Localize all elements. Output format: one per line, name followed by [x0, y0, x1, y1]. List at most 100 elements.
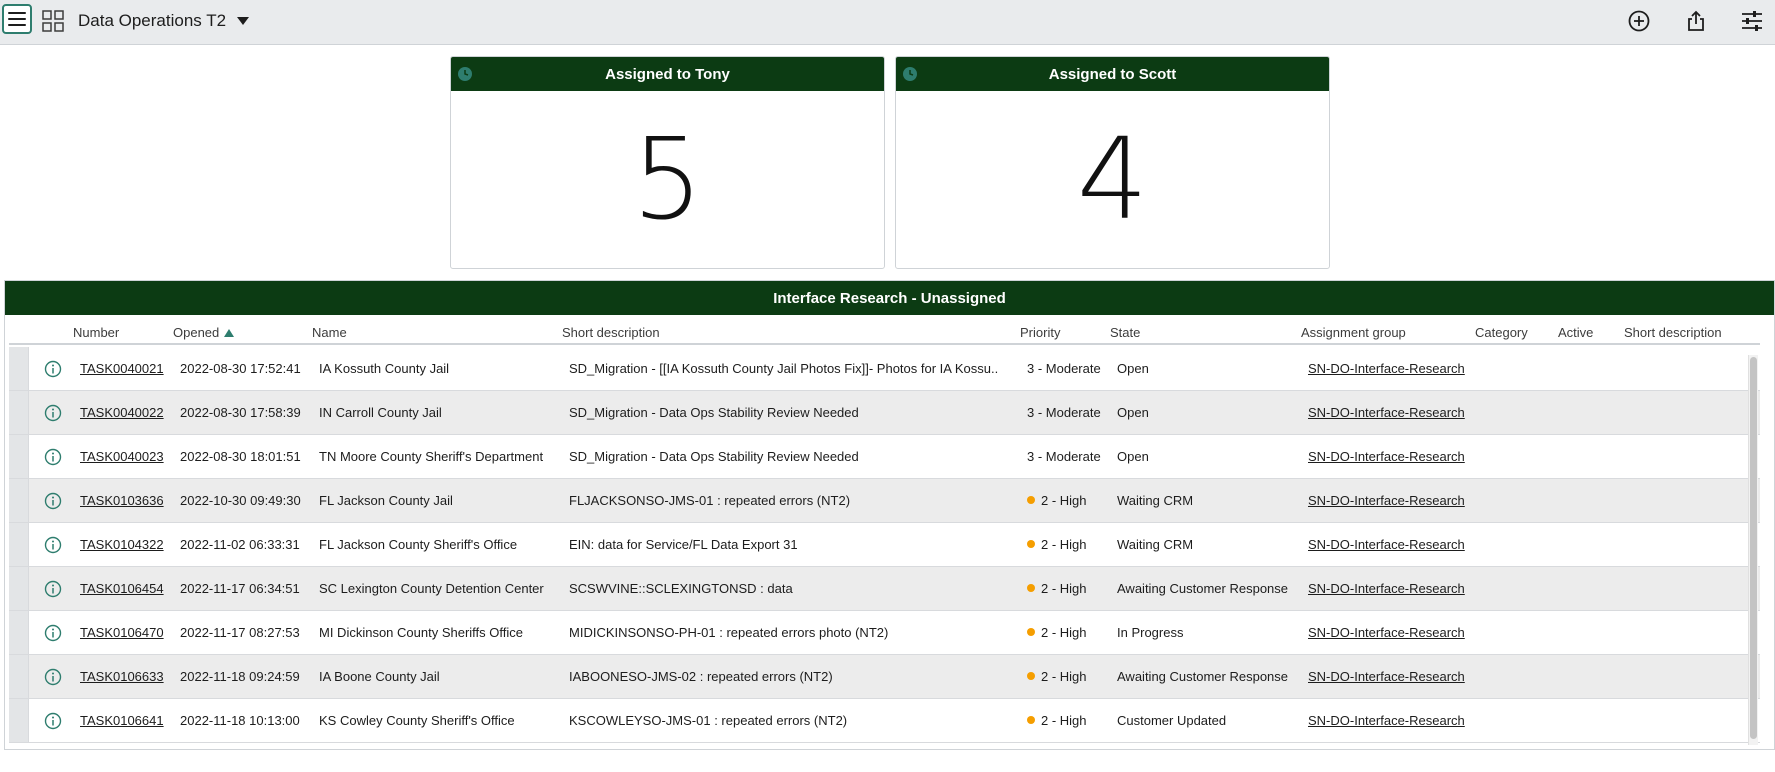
row-selector[interactable] [9, 567, 29, 610]
scrollbar-thumb[interactable] [1750, 357, 1757, 739]
task-number-link[interactable]: TASK0106470 [80, 625, 164, 640]
opened-date: 2022-08-30 17:58:39 [180, 405, 301, 420]
column-header-short-description-2[interactable]: Short description [1624, 325, 1722, 340]
column-header-number[interactable]: Number [73, 325, 119, 340]
info-circle-icon[interactable] [44, 580, 62, 598]
assignment-group-link[interactable]: SN-DO-Interface-Research [1308, 713, 1465, 728]
column-header-opened[interactable]: Opened [173, 325, 235, 340]
info-circle-icon[interactable] [44, 712, 62, 730]
dashboard-title[interactable]: Data Operations T2 [78, 11, 226, 31]
column-header-state[interactable]: State [1110, 325, 1140, 340]
account-name: MI Dickinson County Sheriffs Office [319, 625, 523, 640]
table-row[interactable]: TASK0040022 2022-08-30 17:58:39 IN Carro… [9, 391, 1760, 435]
column-header-assignment-group[interactable]: Assignment group [1301, 325, 1406, 340]
score-widget-scott[interactable]: Assigned to Scott 4 [895, 56, 1330, 269]
row-selector[interactable] [9, 347, 29, 390]
menu-button[interactable] [2, 4, 32, 34]
priority-label: 2 - High [1041, 493, 1087, 508]
share-icon[interactable] [1684, 9, 1708, 33]
task-number-link[interactable]: TASK0040022 [80, 405, 164, 420]
task-number-link[interactable]: TASK0040023 [80, 449, 164, 464]
caret-down-icon[interactable] [234, 12, 252, 30]
row-selector[interactable] [9, 523, 29, 566]
sort-ascending-icon [224, 329, 235, 337]
priority: 2 - High [1027, 625, 1087, 640]
priority-label: 3 - Moderate [1027, 449, 1101, 464]
opened-date: 2022-11-18 09:24:59 [180, 669, 300, 684]
grid-icon[interactable] [42, 10, 64, 32]
info-circle-icon[interactable] [44, 448, 62, 466]
score-widget-tony[interactable]: Assigned to Tony 5 [450, 56, 885, 269]
row-selector[interactable] [9, 699, 29, 742]
short-description: FLJACKSONSO-JMS-01 : repeated errors (NT… [569, 493, 851, 508]
task-number-link[interactable]: TASK0103636 [80, 493, 164, 508]
assignment-group-link[interactable]: SN-DO-Interface-Research [1308, 449, 1465, 464]
assignment-group-link[interactable]: SN-DO-Interface-Research [1308, 493, 1465, 508]
task-number-link[interactable]: TASK0106454 [80, 581, 164, 596]
priority-label: 2 - High [1041, 625, 1087, 640]
assignment-group-link[interactable]: SN-DO-Interface-Research [1308, 669, 1465, 684]
priority: 3 - Moderate [1027, 361, 1101, 376]
state: Open [1117, 405, 1149, 420]
priority-label: 2 - High [1041, 713, 1087, 728]
state: Open [1117, 361, 1149, 376]
priority-dot [1027, 628, 1035, 636]
state: Open [1117, 449, 1149, 464]
table-row[interactable]: TASK0106454 2022-11-17 06:34:51 SC Lexin… [9, 567, 1760, 611]
column-header-short-description[interactable]: Short description [562, 325, 660, 340]
table-row[interactable]: TASK0106470 2022-11-17 08:27:53 MI Dicki… [9, 611, 1760, 655]
column-header-active[interactable]: Active [1558, 325, 1593, 340]
task-number-link[interactable]: TASK0040021 [80, 361, 164, 376]
priority: 3 - Moderate [1027, 449, 1101, 464]
hamburger-menu-icon [8, 12, 26, 26]
assignment-group-link[interactable]: SN-DO-Interface-Research [1308, 625, 1465, 640]
column-header-category[interactable]: Category [1475, 325, 1528, 340]
table-row[interactable]: TASK0040023 2022-08-30 18:01:51 TN Moore… [9, 435, 1760, 479]
priority-label: 2 - High [1041, 537, 1087, 552]
row-selector[interactable] [9, 655, 29, 698]
info-circle-icon[interactable] [44, 536, 62, 554]
column-header-priority[interactable]: Priority [1020, 325, 1060, 340]
plus-circle-icon[interactable] [1627, 9, 1651, 33]
opened-date: 2022-11-17 06:34:51 [180, 581, 300, 596]
assignment-group-link[interactable]: SN-DO-Interface-Research [1308, 581, 1465, 596]
info-circle-icon[interactable] [44, 404, 62, 422]
state: In Progress [1117, 625, 1184, 640]
vertical-scrollbar[interactable] [1748, 355, 1758, 745]
opened-date: 2022-11-17 08:27:53 [180, 625, 300, 640]
priority-dot [1027, 716, 1035, 724]
score-value: 4 [1076, 115, 1149, 245]
row-selector[interactable] [9, 611, 29, 654]
short-description: SD_Migration - Data Ops Stability Review… [569, 405, 859, 420]
info-circle-icon[interactable] [44, 492, 62, 510]
task-number-link[interactable]: TASK0104322 [80, 537, 164, 552]
row-selector[interactable] [9, 391, 29, 434]
task-number-link[interactable]: TASK0106633 [80, 669, 164, 684]
short-description: KSCOWLEYSO-JMS-01 : repeated errors (NT2… [569, 713, 848, 728]
account-name: IN Carroll County Jail [319, 405, 442, 420]
task-number-link[interactable]: TASK0106641 [80, 713, 164, 728]
assignment-group-link[interactable]: SN-DO-Interface-Research [1308, 405, 1465, 420]
table-row[interactable]: TASK0104322 2022-11-02 06:33:31 FL Jacks… [9, 523, 1760, 567]
state: Awaiting Customer Response [1117, 581, 1289, 596]
short-description: MIDICKINSONSO-PH-01 : repeated errors ph… [569, 625, 889, 640]
column-header-name[interactable]: Name [312, 325, 347, 340]
priority-dot [1027, 540, 1035, 548]
assignment-group-link[interactable]: SN-DO-Interface-Research [1308, 361, 1465, 376]
assignment-group-link[interactable]: SN-DO-Interface-Research [1308, 537, 1465, 552]
sliders-icon[interactable] [1740, 9, 1764, 33]
info-circle-icon[interactable] [44, 668, 62, 686]
table-row[interactable]: TASK0103636 2022-10-30 09:49:30 FL Jacks… [9, 479, 1760, 523]
task-table: Number Opened Name Short description Pri… [9, 317, 1760, 747]
priority: 2 - High [1027, 537, 1087, 552]
opened-date: 2022-08-30 18:01:51 [180, 449, 301, 464]
table-row[interactable]: TASK0106641 2022-11-18 10:13:00 KS Cowle… [9, 699, 1760, 743]
info-circle-icon[interactable] [44, 360, 62, 378]
short-description: SCSWVINE::SCLEXINGTONSD : data [569, 581, 793, 596]
row-selector[interactable] [9, 435, 29, 478]
info-circle-icon[interactable] [44, 624, 62, 642]
table-row[interactable]: TASK0040021 2022-08-30 17:52:41 IA Kossu… [9, 347, 1760, 391]
score-widget-title: Assigned to Tony [605, 65, 730, 83]
table-row[interactable]: TASK0106633 2022-11-18 09:24:59 IA Boone… [9, 655, 1760, 699]
row-selector[interactable] [9, 479, 29, 522]
